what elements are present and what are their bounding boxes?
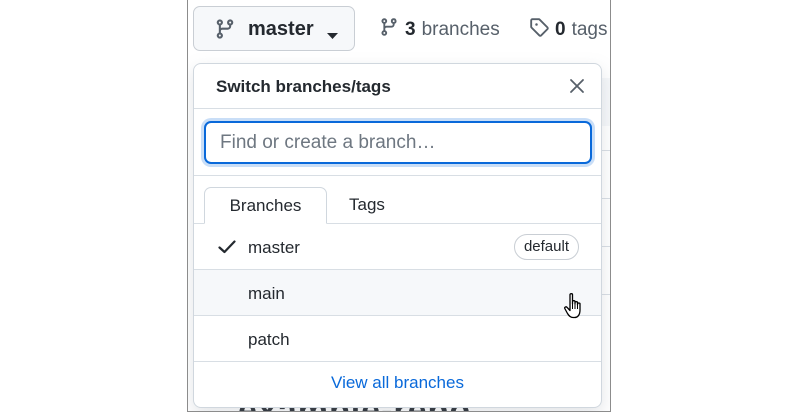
repo-page-frame: example-repo master 3 branches 0 tags Sw… [187,0,611,412]
git-branch-icon [214,18,236,45]
view-all-branches-link[interactable]: View all branches [331,373,464,393]
branch-item-main[interactable]: main [194,270,601,316]
tag-icon [529,17,555,43]
dropdown-header: Switch branches/tags [194,64,601,109]
tags-count: 0 [555,19,566,40]
check-icon [218,240,236,259]
branch-search-input[interactable] [204,121,592,164]
branches-count: 3 [405,19,416,40]
dropdown-footer: View all branches [194,362,601,407]
branch-item-patch[interactable]: patch [194,316,601,362]
dropdown-tabs: Branches Tags [194,176,601,224]
tags-label: tags [571,19,608,40]
dropdown-title: Switch branches/tags [216,77,391,96]
close-icon[interactable] [569,78,585,99]
branch-select-button[interactable]: master [193,6,355,51]
tab-branches[interactable]: Branches [204,187,327,224]
tab-tags[interactable]: Tags [349,187,385,224]
branch-item-label: patch [248,330,290,349]
hand-pointer-icon [563,292,587,325]
branch-switcher-dropdown: Switch branches/tags Branches Tags maste… [193,63,602,408]
caret-down-icon [327,27,338,45]
branch-item-master[interactable]: master default [194,224,601,270]
branch-item-label: main [248,284,285,303]
branches-link[interactable]: 3 branches [379,17,500,43]
tags-link[interactable]: 0 tags [529,17,608,43]
branch-item-label: master [248,238,300,257]
git-branch-icon [379,17,405,43]
current-branch-label: master [248,18,314,40]
branches-label: branches [421,19,500,40]
default-badge: default [513,234,579,260]
filter-section [194,109,601,176]
